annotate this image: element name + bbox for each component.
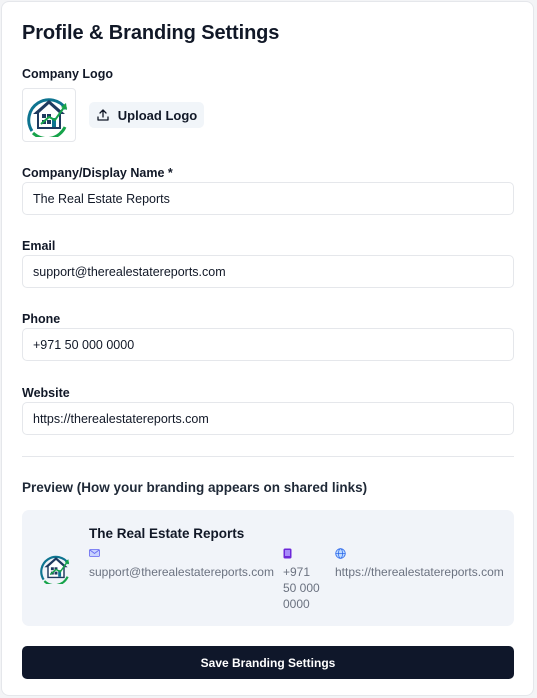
name-input[interactable] <box>33 191 503 206</box>
preview-website-text: https://therealestatereports.com <box>335 565 504 579</box>
preview-phone: +971 50 000 0000 <box>283 548 320 612</box>
company-logo-image <box>27 98 68 137</box>
save-branding-button[interactable]: Save Branding Settings <box>22 646 514 679</box>
preview-phone-line-3: 0000 <box>283 597 310 611</box>
preview-logo-image <box>40 555 70 584</box>
preview-phone-line-2: 50 000 <box>283 581 320 595</box>
preview-email-text: support@therealestatereports.com <box>89 565 274 579</box>
email-field-wrapper <box>22 255 514 288</box>
globe-icon <box>335 548 504 564</box>
name-label: Company/Display Name * <box>22 166 173 180</box>
email-icon <box>89 548 274 564</box>
website-field-wrapper <box>22 402 514 435</box>
phone-icon <box>283 548 320 564</box>
company-logo-preview <box>22 88 76 142</box>
preview-phone-line-1: +971 <box>283 565 311 579</box>
preview-company-name: The Real Estate Reports <box>89 526 245 541</box>
website-input[interactable] <box>33 411 503 426</box>
website-label: Website <box>22 386 70 400</box>
phone-label: Phone <box>22 312 61 326</box>
company-logo-label: Company Logo <box>22 67 113 81</box>
name-field-wrapper <box>22 182 514 215</box>
upload-icon <box>97 109 109 121</box>
branding-preview-card: The Real Estate Reports support@thereale… <box>22 510 514 626</box>
phone-input[interactable] <box>33 337 503 352</box>
preview-website: https://therealestatereports.com <box>335 548 504 580</box>
settings-card: Profile & Branding Settings Company Logo… <box>1 1 534 696</box>
upload-logo-button[interactable]: Upload Logo <box>89 102 204 128</box>
phone-field-wrapper <box>22 328 514 361</box>
preview-heading: Preview (How your branding appears on sh… <box>22 480 368 495</box>
upload-logo-label: Upload Logo <box>117 107 198 123</box>
section-divider <box>22 456 514 457</box>
preview-email: support@therealestatereports.com <box>89 548 274 580</box>
email-input[interactable] <box>33 264 503 279</box>
email-label: Email <box>22 239 56 253</box>
page-title: Profile & Branding Settings <box>22 22 280 44</box>
